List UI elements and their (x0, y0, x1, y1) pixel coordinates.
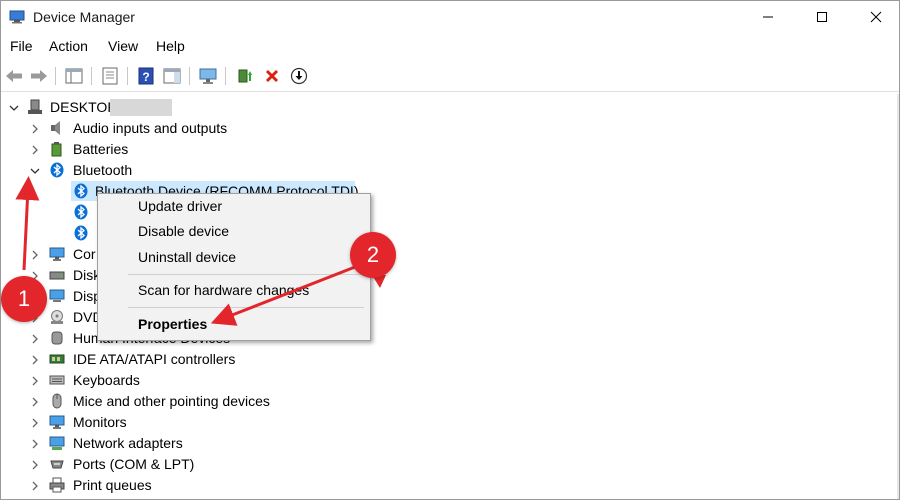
annotation-arrows (15, 176, 386, 326)
annotation-badge-1: 1 (1, 276, 47, 322)
arrow-to-bluetooth-chevron (15, 176, 40, 271)
arrow-to-properties (210, 265, 356, 326)
annotation-badge-2: 2 (350, 232, 396, 278)
